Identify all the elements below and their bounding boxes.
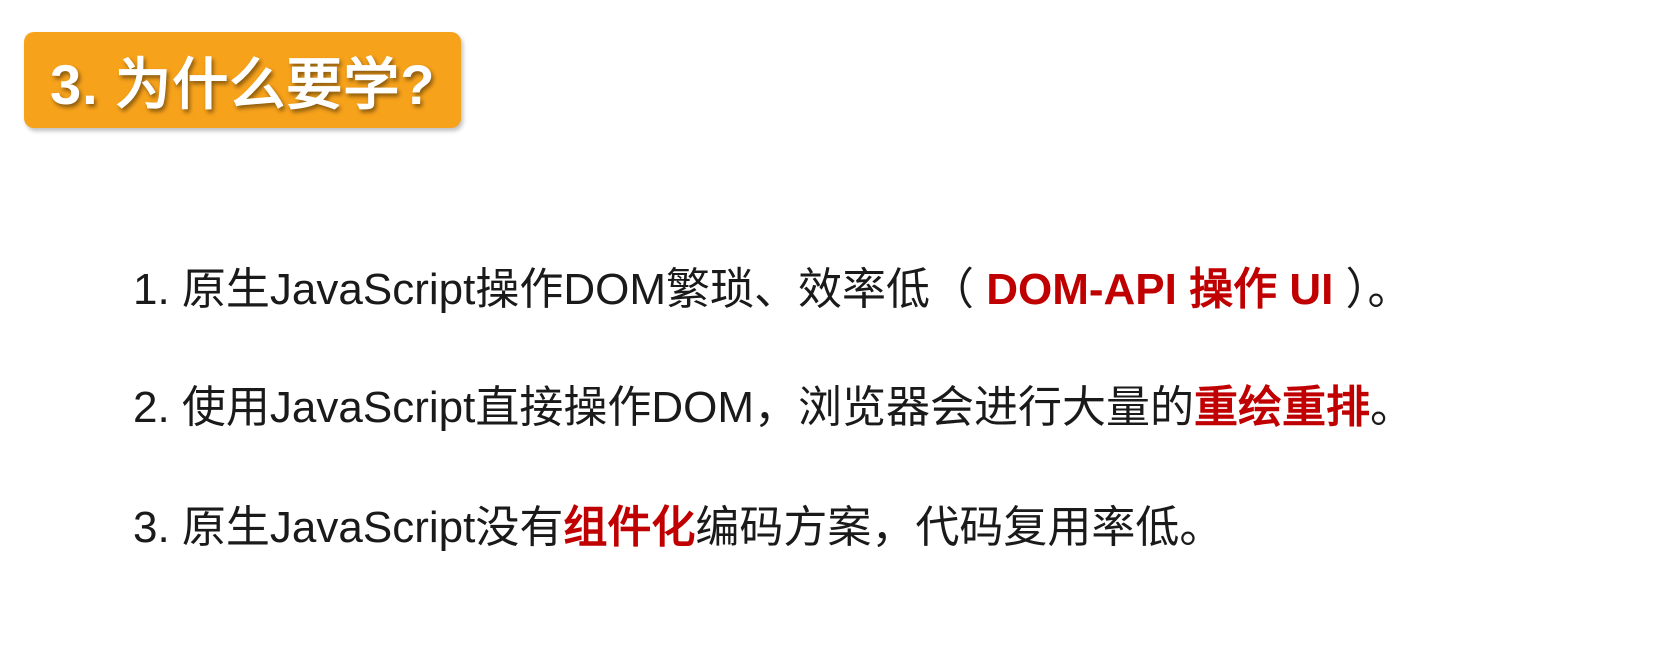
reason-1-text: 1. 原生JavaScript操作DOM繁琐、效率低（ [133,265,987,314]
section-title: 3. 为什么要学? [50,52,436,116]
reason-item-2: 2. 使用JavaScript直接操作DOM，浏览器会进行大量的重绘重排。 [133,386,1414,430]
reason-1-end: ）。 [1333,265,1412,314]
reason-2-end: 。 [1369,383,1414,432]
reason-item-3: 3. 原生JavaScript没有组件化编码方案，代码复用率低。 [133,506,1223,550]
reason-2-highlight: 重绘重排 [1193,383,1370,432]
reason-3-end: 编码方案，代码复用率低。 [695,503,1224,552]
reason-3-highlight: 组件化 [563,503,696,552]
reason-item-1: 1. 原生JavaScript操作DOM繁琐、效率低（ DOM-API 操作 U… [133,268,1412,312]
reason-3-text: 3. 原生JavaScript没有 [133,503,564,552]
reason-1-highlight: DOM-API 操作 UI [986,265,1334,314]
reason-2-text: 2. 使用JavaScript直接操作DOM，浏览器会进行大量的 [133,383,1194,432]
section-title-banner: 3. 为什么要学? [24,32,461,128]
